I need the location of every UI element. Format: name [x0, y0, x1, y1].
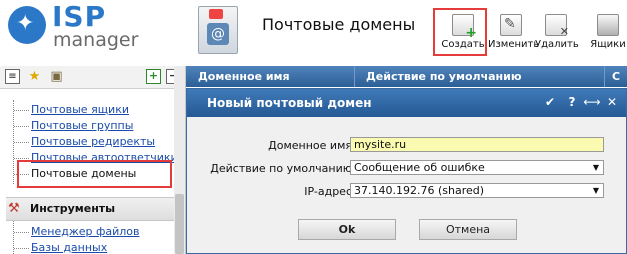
column-header-truncated[interactable]: С	[612, 70, 620, 83]
mailboxes-button-label: Ящики	[590, 39, 626, 50]
mail-domains-highlight	[17, 160, 172, 188]
favorites-star-icon[interactable]: ★	[27, 69, 42, 84]
tree-branch	[14, 248, 29, 249]
edit-button[interactable]: Изменить	[488, 14, 539, 52]
tree-branch	[14, 142, 29, 143]
expand-all-icon[interactable]: +	[146, 69, 161, 84]
page-title: Почтовые домены	[262, 15, 416, 34]
cancel-button[interactable]: Отмена	[419, 219, 517, 240]
dropdown-arrow-icon: ▼	[592, 186, 599, 195]
table-header: Доменное имя Действие по умолчанию С	[186, 66, 627, 87]
briefcase-icon[interactable]: ▣	[49, 69, 64, 84]
sidebar-item-mailboxes[interactable]: Почтовые ящики	[31, 103, 129, 116]
edit-icon	[500, 14, 522, 36]
ip-address-value: 37.140.192.76 (shared)	[354, 184, 485, 197]
sidebar-section-tools-label: Инструменты	[30, 202, 116, 215]
ip-address-select[interactable]: 37.140.192.76 (shared) ▼	[350, 183, 604, 198]
logo-icon: ✦	[8, 6, 46, 44]
column-header-default-action[interactable]: Действие по умолчанию	[366, 70, 522, 83]
scrollbar-thumb[interactable]	[175, 194, 184, 254]
tree-branch	[14, 158, 29, 159]
delete-icon	[545, 14, 569, 38]
sidebar-toolbar: ≡ ★ ▣ + −	[0, 66, 185, 89]
ip-address-label: IP-адрес	[304, 185, 352, 198]
dialog-title: Новый почтовый домен	[207, 96, 372, 110]
sidebar-item-mail-groups[interactable]: Почтовые группы	[31, 119, 133, 132]
sidebar-scrollbar[interactable]	[174, 66, 185, 254]
mailbox-icon	[597, 14, 619, 36]
tree-branch	[14, 232, 29, 233]
mailboxes-button[interactable]: Ящики	[590, 14, 626, 52]
maximize-icon[interactable]: ⟷	[583, 95, 601, 109]
dialog-titlebar[interactable]: Новый почтовый домен ✔ ? ⟷ ✕	[187, 89, 626, 117]
sidebar-item-databases[interactable]: Базы данных	[31, 241, 107, 254]
sidebar-item-mail-redirects[interactable]: Почтовые редиректы	[31, 135, 155, 148]
tree-branch	[14, 110, 29, 111]
close-icon[interactable]: ✕	[605, 95, 619, 109]
create-button-highlight	[433, 8, 487, 56]
tools-icon: ⚒	[8, 201, 20, 216]
default-action-value: Сообщение об ошибке	[354, 161, 485, 174]
app-header: ✦ ISP manager @ Почтовые домены Создать …	[0, 0, 627, 66]
new-mail-domain-dialog: Новый почтовый домен ✔ ? ⟷ ✕ Доменное им…	[186, 88, 627, 254]
default-action-select[interactable]: Сообщение об ошибке ▼	[350, 160, 604, 175]
sidebar-item-file-manager[interactable]: Менеджер файлов	[31, 225, 140, 238]
domain-name-label: Доменное имя	[268, 139, 352, 152]
list-view-icon[interactable]: ≡	[5, 69, 20, 84]
logo-text-manager: manager	[53, 29, 139, 51]
sidebar-section-tools[interactable]: ⚒ Инструменты	[6, 197, 174, 221]
pin-icon[interactable]: ✔	[543, 95, 557, 109]
default-action-label: Действие по умолчанию	[210, 162, 352, 175]
column-separator	[354, 66, 355, 87]
logo-text-isp: ISP	[52, 0, 107, 33]
domain-name-input[interactable]: mysite.ru	[350, 137, 604, 152]
column-separator	[604, 66, 605, 87]
ok-button[interactable]: Ok	[298, 219, 396, 240]
delete-button[interactable]: Удалить	[535, 14, 579, 52]
dropdown-arrow-icon: ▼	[592, 163, 599, 172]
tree-guide-line	[13, 221, 15, 254]
edit-button-label: Изменить	[488, 39, 540, 50]
column-header-domain[interactable]: Доменное имя	[198, 70, 290, 83]
help-icon[interactable]: ?	[565, 95, 579, 109]
tree-branch	[14, 126, 29, 127]
delete-button-label: Удалить	[535, 39, 579, 50]
mail-domain-icon: @	[198, 6, 238, 54]
